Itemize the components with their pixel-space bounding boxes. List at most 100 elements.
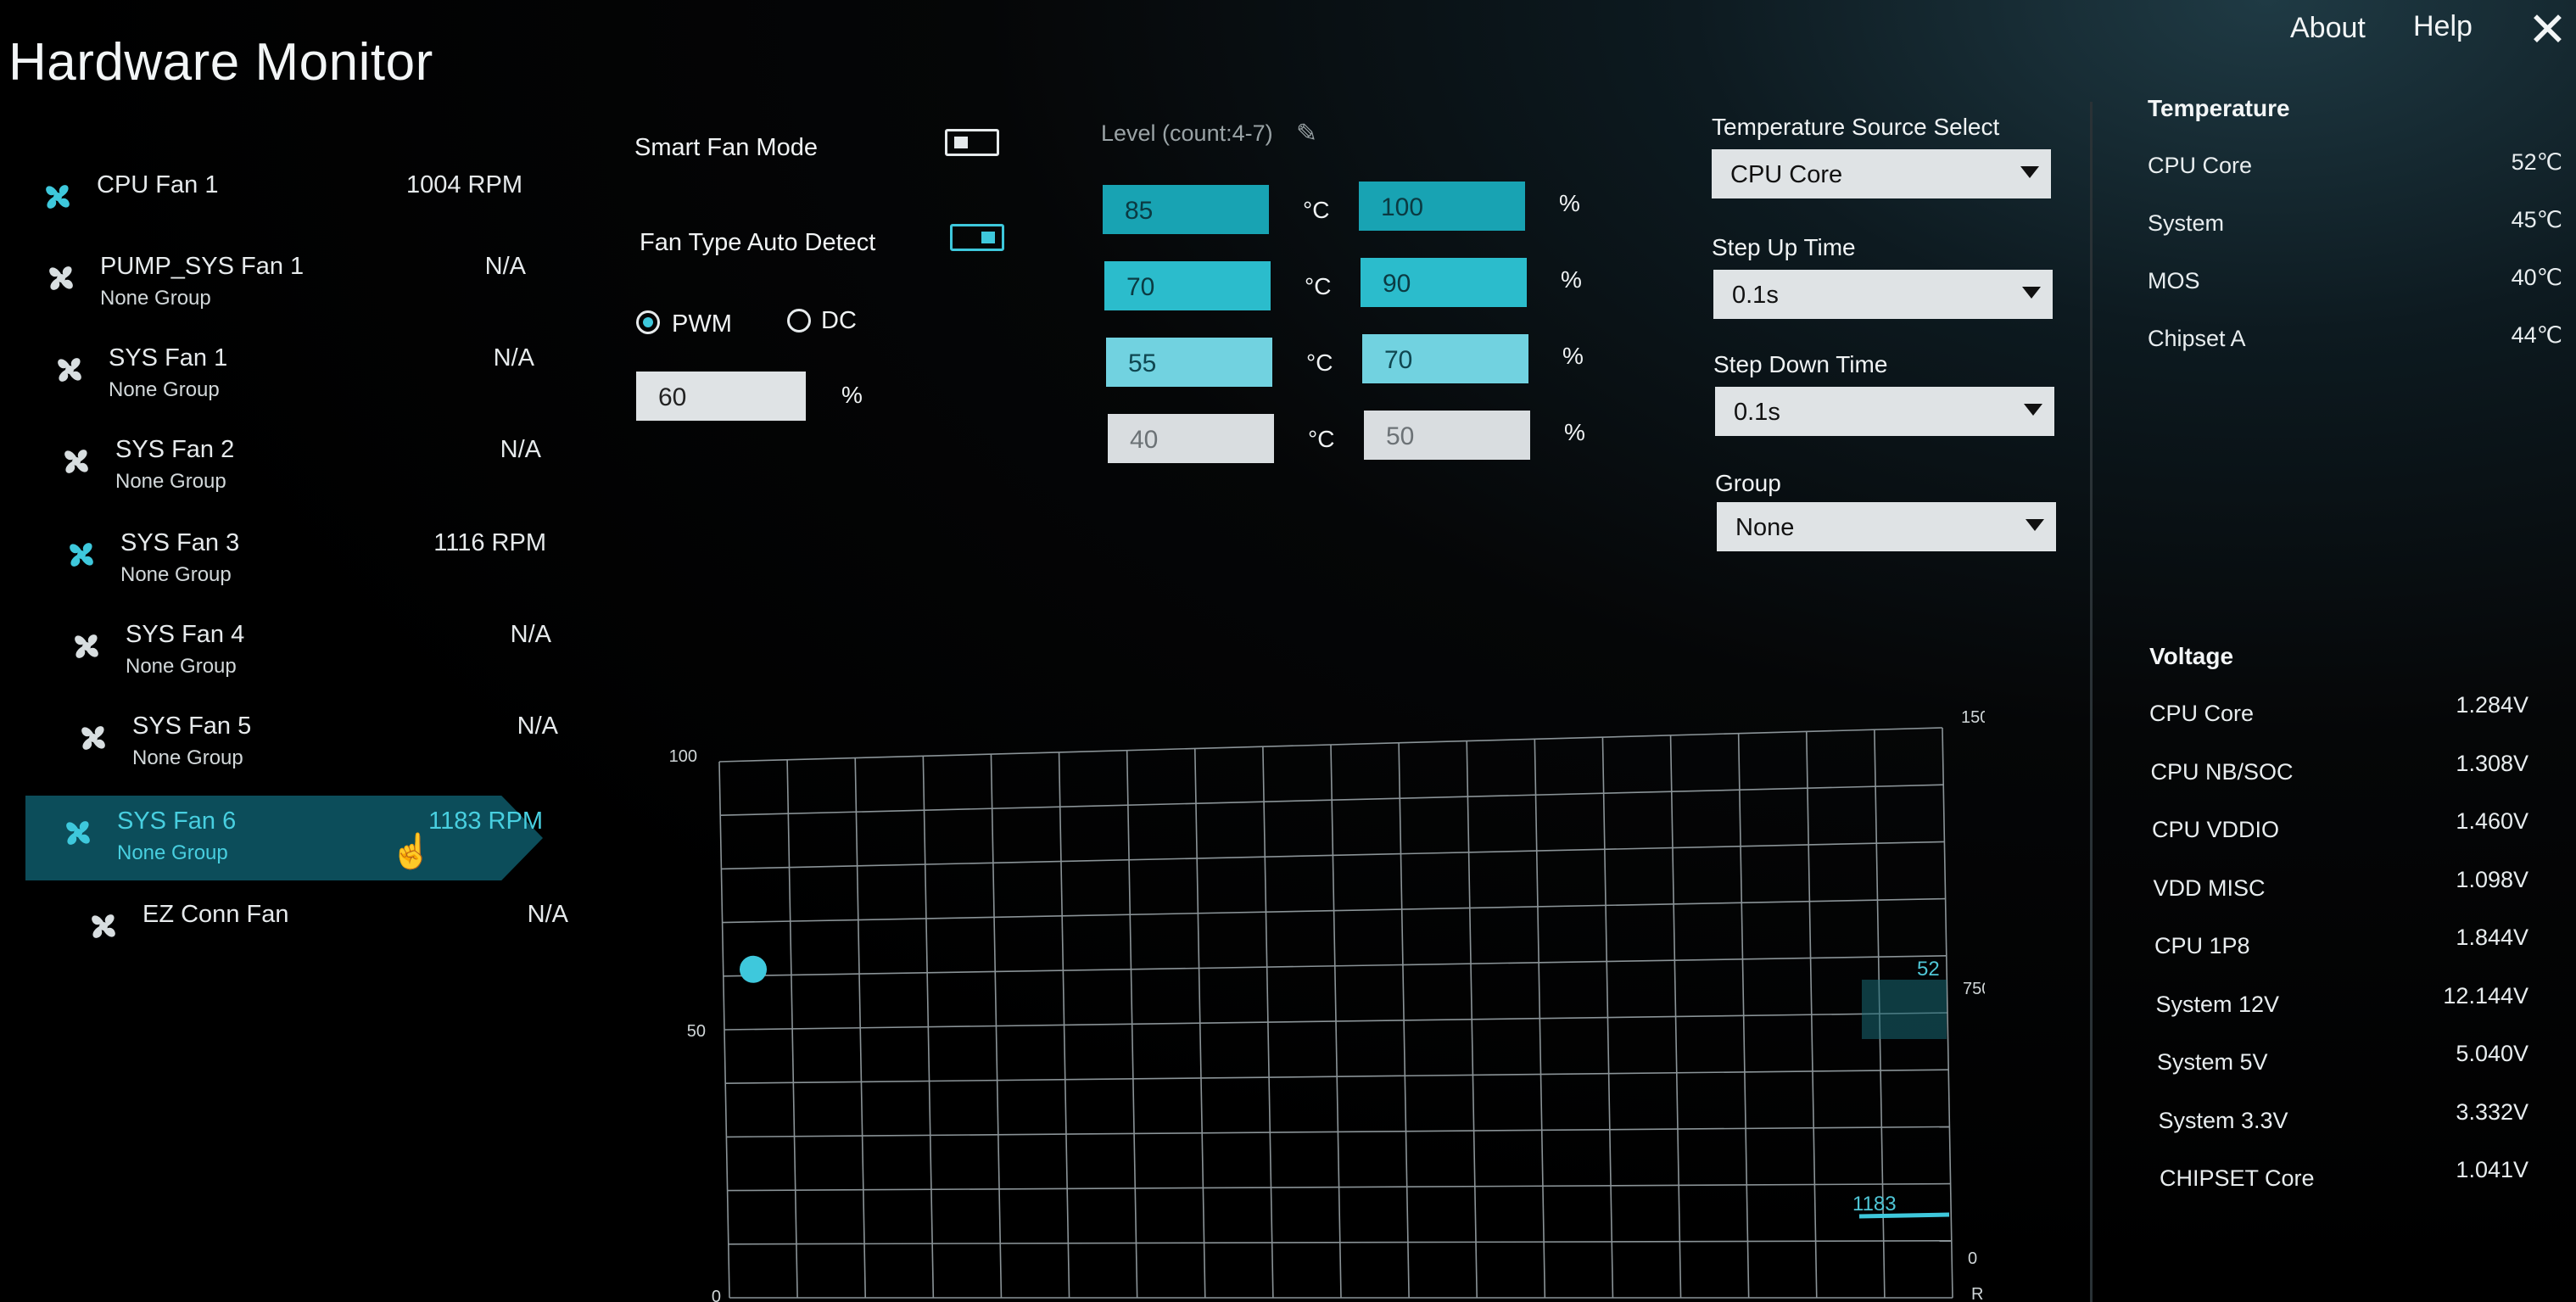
dc-radio[interactable] <box>787 309 811 332</box>
mouse-pointer-icon: ☝ <box>390 833 433 870</box>
graph-grid <box>718 727 1953 1299</box>
pwm-radio[interactable] <box>636 310 660 334</box>
temp-sensor-name: CPU Core <box>2148 153 2253 178</box>
fan-icon <box>85 908 122 945</box>
rpm-axis-tick: 0 <box>1968 1249 1977 1268</box>
group-value: None <box>1735 514 1795 541</box>
fan-icon <box>51 351 88 388</box>
temp-sensor-name: Chipset A <box>2148 326 2246 351</box>
fan-name: PUMP_SYS Fan 1 <box>100 253 305 280</box>
fan-name: SYS Fan 3 <box>120 529 240 556</box>
page-title: Hardware Monitor <box>8 33 433 92</box>
percent-unit: % <box>1562 343 1584 369</box>
fan-speed: N/A <box>500 436 541 463</box>
fan-type-auto-detect-toggle[interactable] <box>950 224 1004 251</box>
temp-level-marker <box>1862 980 1947 1039</box>
level-temp-input[interactable]: 40 <box>1108 414 1274 463</box>
celsius-unit: °C <box>1305 273 1332 299</box>
fan-curve-graph[interactable]: 100 50 0 15000 7500 0 RPM 52 1183 <box>662 704 1985 1302</box>
level-pct-input[interactable]: 100 <box>1359 182 1525 231</box>
fan-icon <box>63 536 100 573</box>
percent-unit: % <box>1561 266 1582 293</box>
fan-name: SYS Fan 1 <box>109 344 228 372</box>
voltage-title: Voltage <box>2149 643 2234 669</box>
temp-sensor-value: 52℃ <box>2511 149 2562 175</box>
group-dropdown[interactable]: None <box>1717 502 2056 551</box>
step-up-label: Step Up Time <box>1712 234 1856 260</box>
temp-source-dropdown[interactable]: CPU Core <box>1712 149 2051 198</box>
voltage-sensor-name: System 3.3V <box>2158 1107 2288 1133</box>
fan-speed: 1004 RPM <box>405 171 522 198</box>
fan-item-5[interactable]: SYS Fan 4 None Group N/A <box>68 619 577 696</box>
level-pct-input[interactable]: 50 <box>1364 411 1530 460</box>
step-down-dropdown[interactable]: 0.1s <box>1715 387 2054 436</box>
chevron-down-icon <box>2020 166 2039 178</box>
about-button[interactable]: About <box>2290 12 2366 45</box>
fan-group: None Group <box>126 655 237 678</box>
fan-name: SYS Fan 4 <box>126 621 245 648</box>
fan-item-3[interactable]: SYS Fan 2 None Group N/A <box>58 434 567 511</box>
fan-item-0[interactable]: CPU Fan 1 1004 RPM <box>39 170 548 246</box>
fan-group: None Group <box>132 746 243 769</box>
voltage-sensor-value: 1.284V <box>2456 692 2529 718</box>
close-icon[interactable]: ✕ <box>2528 2 2568 58</box>
celsius-unit: °C <box>1308 426 1335 452</box>
fan-speed: N/A <box>493 344 534 372</box>
temp-sensor-value: 44℃ <box>2511 322 2562 348</box>
y-axis-tick: 0 <box>712 1288 721 1302</box>
fan-item-4[interactable]: SYS Fan 3 None Group 1116 RPM <box>63 528 572 604</box>
temp-sensor-name: MOS <box>2148 268 2200 293</box>
temp-marker-label: 52 <box>1917 958 1940 981</box>
fan-name: EZ Conn Fan <box>142 901 289 928</box>
step-up-dropdown[interactable]: 0.1s <box>1713 270 2053 319</box>
step-down-label: Step Down Time <box>1713 351 1888 377</box>
y-axis-tick: 50 <box>687 1022 706 1041</box>
fan-group: None Group <box>109 378 220 401</box>
smart-fan-mode-label: Smart Fan Mode <box>634 134 818 161</box>
level-pct-input[interactable]: 70 <box>1362 334 1528 383</box>
smart-fan-mode-toggle[interactable] <box>945 129 999 156</box>
temp-sensor-name: System <box>2148 210 2225 236</box>
fan-icon <box>58 443 95 480</box>
temp-source-label: Temperature Source Select <box>1712 114 2000 140</box>
voltage-sensor-value: 1.098V <box>2456 866 2529 892</box>
chevron-down-icon <box>2024 404 2042 416</box>
fan-speed: N/A <box>510 621 551 648</box>
voltage-sensor-name: VDD MISC <box>2153 875 2266 901</box>
level-temp-input[interactable]: 55 <box>1106 338 1272 387</box>
level-temp-input[interactable]: 85 <box>1103 185 1269 234</box>
rpm-axis-tick: 7500 <box>1963 980 1985 998</box>
fan-speed: 1183 RPM <box>428 807 543 835</box>
voltage-sensor-name: CPU VDDIO <box>2152 817 2280 842</box>
voltage-sensor-name: System 5V <box>2157 1049 2268 1075</box>
fan-item-2[interactable]: SYS Fan 1 None Group N/A <box>51 343 560 419</box>
voltage-sensor-name: CPU NB/SOC <box>2150 758 2294 785</box>
voltage-sensor-value: 1.041V <box>2456 1157 2529 1182</box>
pwm-label: PWM <box>672 310 732 338</box>
curve-point[interactable] <box>740 955 767 983</box>
help-button[interactable]: Help <box>2413 10 2473 43</box>
fan-item-8[interactable]: EZ Conn Fan N/A <box>85 899 594 975</box>
temp-source-value: CPU Core <box>1730 161 1843 188</box>
fan-icon <box>68 628 105 665</box>
edit-pencil-icon[interactable]: ✎ <box>1296 119 1317 148</box>
chevron-down-icon <box>2026 519 2044 531</box>
temp-sensor-value: 40℃ <box>2511 265 2562 290</box>
group-label: Group <box>1715 470 1781 496</box>
celsius-unit: °C <box>1306 349 1333 376</box>
fan-percent-unit: % <box>841 382 863 408</box>
level-pct-input[interactable]: 90 <box>1361 258 1527 307</box>
voltage-sensor-name: CHIPSET Core <box>2160 1165 2315 1191</box>
fan-icon <box>59 814 97 852</box>
step-up-value: 0.1s <box>1732 282 1779 309</box>
level-temp-input[interactable]: 70 <box>1104 261 1271 310</box>
fan-group: None Group <box>120 563 232 586</box>
voltage-sensor-value: 1.308V <box>2456 750 2529 776</box>
fan-item-6[interactable]: SYS Fan 5 None Group N/A <box>75 711 584 787</box>
fan-percent-input[interactable]: 60 <box>636 372 806 421</box>
voltage-sensor-value: 12.144V <box>2443 982 2529 1009</box>
fan-speed: 1116 RPM <box>433 529 546 556</box>
fan-item-7[interactable]: SYS Fan 6 None Group 1183 RPM <box>25 796 568 882</box>
fan-speed: N/A <box>517 712 558 740</box>
fan-item-1[interactable]: PUMP_SYS Fan 1 None Group N/A <box>42 251 551 327</box>
